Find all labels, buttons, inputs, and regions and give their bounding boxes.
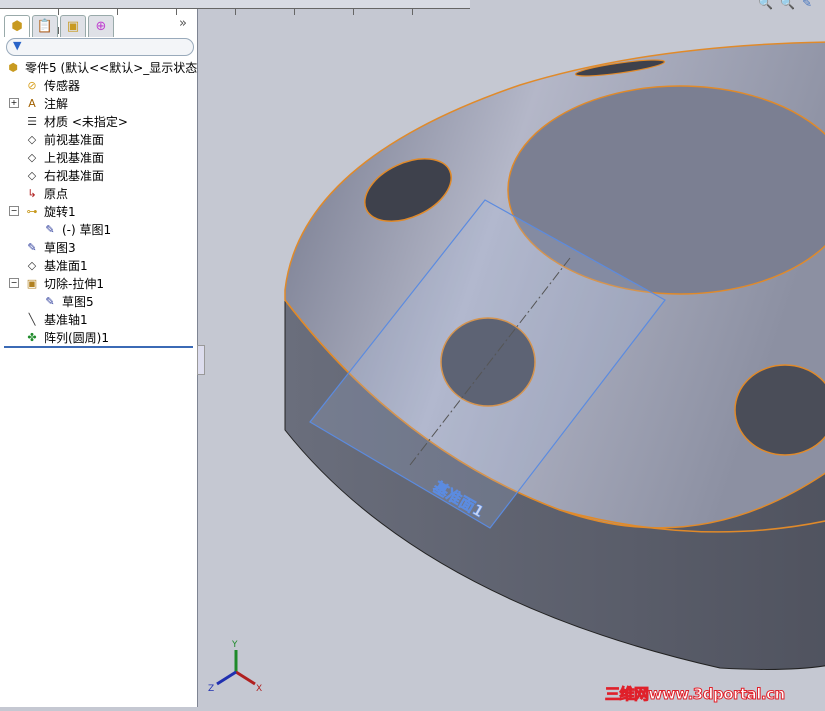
tree-item[interactable]: ✤ 阵列(圆周)1 xyxy=(24,328,109,346)
filter-icon: ▼ xyxy=(13,39,22,52)
svg-text:X: X xyxy=(256,684,262,694)
tree-item[interactable]: ✎ 草图3 xyxy=(24,238,76,256)
tree-item-label: 阵列(圆周)1 xyxy=(44,330,109,345)
circular-pattern-icon: ✤ xyxy=(27,330,37,344)
zoom-area-icon[interactable]: 🔍 xyxy=(780,0,795,10)
configuration-manager-tab[interactable]: ▣ xyxy=(60,15,86,37)
rollback-bar[interactable] xyxy=(4,346,193,348)
tree-item-label: 草图3 xyxy=(44,240,76,255)
tree-item-label: 草图5 xyxy=(62,294,94,309)
tree-item-label: 旋转1 xyxy=(44,204,76,219)
tree-item-label: 注解 xyxy=(44,96,69,111)
zoom-to-fit-icon[interactable]: 🔍 xyxy=(758,0,773,10)
watermark: 三维网www.3dportal.cn xyxy=(605,685,786,704)
sensor-folder-icon: ⊘ xyxy=(27,78,37,92)
sketch-icon: ✎ xyxy=(45,222,55,236)
tree-item[interactable]: ╲ 基准轴1 xyxy=(24,310,88,328)
dimxpert-icon: ⊕ xyxy=(95,19,107,34)
expand-toggle[interactable]: + xyxy=(9,98,19,108)
tree-item[interactable]: ⊘ 传感器 xyxy=(24,76,80,94)
expand-toggle[interactable]: − xyxy=(9,278,19,288)
tree-item-label: 原点 xyxy=(44,186,69,201)
graphics-viewport[interactable]: 基准面1 Y X Z 🔍 🔍 ✎ xyxy=(198,0,825,707)
cut-extrude-icon: ▣ xyxy=(26,276,38,290)
plane-icon: ◇ xyxy=(27,258,37,272)
tree-item[interactable]: ✎ (-) 草图1 xyxy=(42,220,111,238)
root: ⬢ xyxy=(8,60,18,74)
previous-view-icon[interactable]: ✎ xyxy=(802,0,812,10)
origin-icon: ↳ xyxy=(27,186,37,200)
revolve-icon: ⊶ xyxy=(26,204,38,218)
property-manager-tab[interactable]: 📋 xyxy=(32,15,58,37)
annotation-folder-icon: A xyxy=(28,96,36,110)
expand-toggle[interactable]: − xyxy=(9,206,19,216)
coordinate-triad: Y X Z xyxy=(208,640,262,694)
tree-item[interactable]: ▣ 切除-拉伸1 xyxy=(24,274,104,292)
hole xyxy=(734,364,825,456)
tree-item[interactable]: ⊶ 旋转1 xyxy=(24,202,76,220)
axis-icon: ╲ xyxy=(28,312,36,326)
feature-manager-icon: ⬢ xyxy=(11,19,23,34)
more-tabs-button[interactable]: » xyxy=(179,16,187,31)
tree-item-label: 前视基准面 xyxy=(44,132,105,147)
sketch-icon: ✎ xyxy=(45,294,55,308)
plane-icon: ◇ xyxy=(27,168,37,182)
svg-text:Y: Y xyxy=(231,640,238,650)
dimxpert-tab[interactable]: ⊕ xyxy=(88,15,114,37)
tree-item-label: (-) 草图1 xyxy=(62,222,112,237)
tree-item-label: 材质 <未指定> xyxy=(44,114,128,129)
tree-item[interactable]: ◇ 右视基准面 xyxy=(24,166,104,184)
tree-item[interactable]: ☰ 材质 <未指定> xyxy=(24,112,128,130)
feature-manager-tab[interactable]: ⬢ xyxy=(4,15,30,37)
tree-item[interactable]: A 注解 xyxy=(24,94,68,112)
tree-item[interactable]: ⬢ 零件5 (默认<<默认>_显示状态 xyxy=(5,58,197,76)
tree-item-label: 基准面1 xyxy=(44,258,88,273)
tree-item[interactable]: ◇ 基准面1 xyxy=(24,256,88,274)
tree-filter-input[interactable]: ▼ xyxy=(6,38,194,56)
feature-manager-panel: ⬢ 📋 ▣ ⊕ » ▼ ⬢ 零件5 (默认<<默认>_显示状态 ⊘ 传感器 A 注解 + ☰ 材… xyxy=(0,0,470,707)
tree-item-label: 零件5 (默认<<默认>_显示状态 xyxy=(25,60,198,75)
tree-item-label: 切除-拉伸1 xyxy=(44,276,104,291)
tree-item-label: 上视基准面 xyxy=(44,150,105,165)
tree-item-label: 传感器 xyxy=(44,78,81,93)
tree-item-label: 右视基准面 xyxy=(44,168,105,183)
part-model: 基准面1 Y X Z xyxy=(208,41,825,694)
tree-item[interactable]: ✎ 草图5 xyxy=(42,292,94,310)
sketch-icon: ✎ xyxy=(27,240,37,254)
svg-text:Z: Z xyxy=(208,684,214,694)
plane-icon: ◇ xyxy=(27,132,37,146)
plane-icon: ◇ xyxy=(27,150,37,164)
property-manager-icon: 📋 xyxy=(36,19,54,34)
tree-item[interactable]: ◇ 上视基准面 xyxy=(24,148,104,166)
tree-item-label: 基准轴1 xyxy=(44,312,88,327)
material-icon: ☰ xyxy=(27,114,37,128)
tree-item[interactable]: ↳ 原点 xyxy=(24,184,68,202)
configuration-manager-icon: ▣ xyxy=(66,19,80,34)
tree-item[interactable]: ◇ 前视基准面 xyxy=(24,130,104,148)
